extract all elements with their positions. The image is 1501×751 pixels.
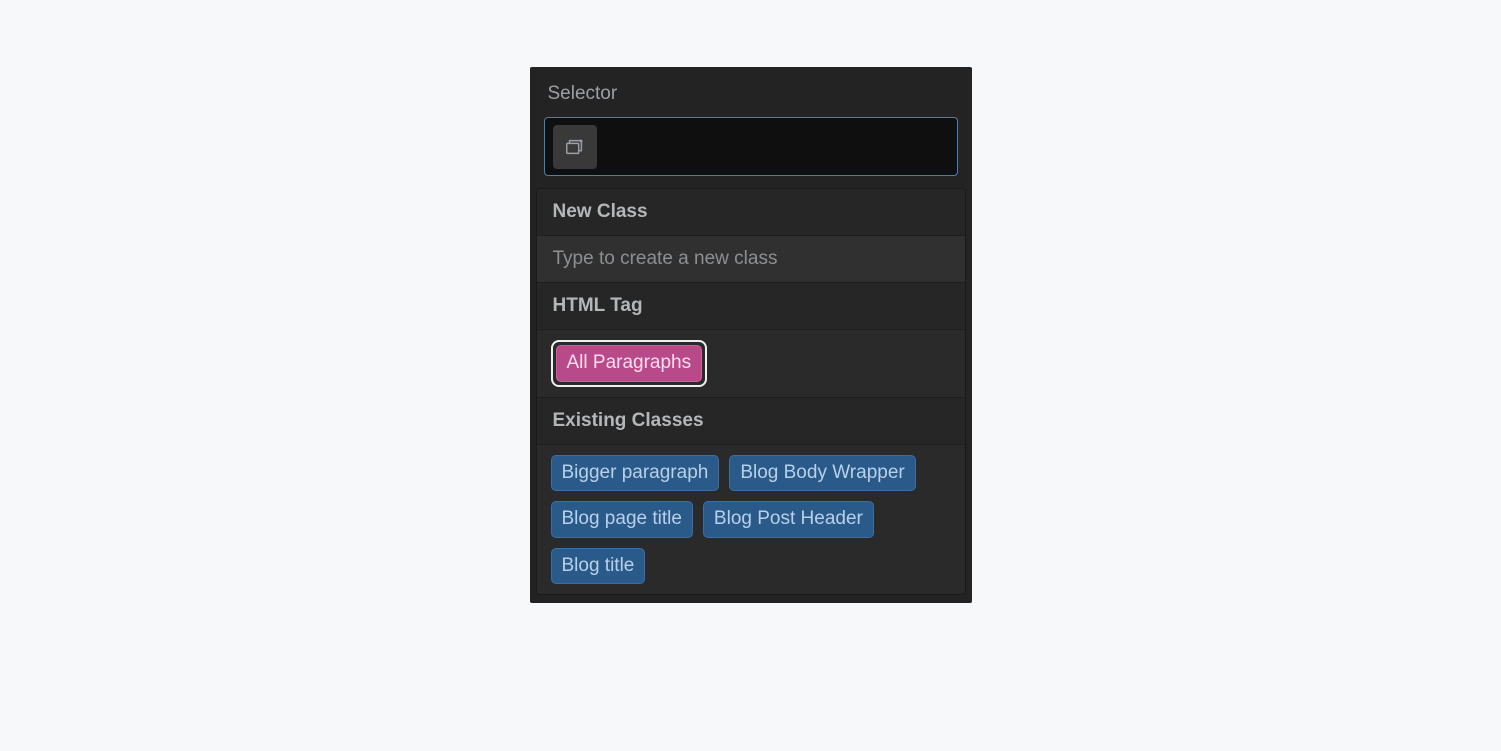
html-tag-items: All Paragraphs xyxy=(537,330,965,398)
selector-type-button[interactable] xyxy=(553,125,597,169)
section-header-html-tag: HTML Tag xyxy=(537,283,965,330)
selector-panel: Selector New Class Type to create a new … xyxy=(530,67,972,603)
class-option[interactable]: Blog title xyxy=(551,548,646,585)
html-tag-option-wrap: All Paragraphs xyxy=(551,340,708,387)
section-header-existing-classes: Existing Classes xyxy=(537,398,965,445)
selector-icon xyxy=(564,136,586,158)
class-option[interactable]: Bigger paragraph xyxy=(551,455,720,492)
class-option[interactable]: Blog page title xyxy=(551,501,693,538)
html-tag-option[interactable]: All Paragraphs xyxy=(556,345,703,382)
new-class-hint: Type to create a new class xyxy=(537,236,965,283)
panel-header: Selector xyxy=(530,67,972,117)
class-option[interactable]: Blog Body Wrapper xyxy=(729,455,915,492)
selector-input-row[interactable] xyxy=(544,117,958,176)
existing-classes-items: Bigger paragraph Blog Body Wrapper Blog … xyxy=(537,445,965,595)
class-option[interactable]: Blog Post Header xyxy=(703,501,874,538)
section-header-new-class: New Class xyxy=(537,189,965,236)
selector-input[interactable] xyxy=(607,127,949,167)
selector-dropdown: New Class Type to create a new class HTM… xyxy=(536,188,966,595)
panel-title: Selector xyxy=(548,83,954,105)
